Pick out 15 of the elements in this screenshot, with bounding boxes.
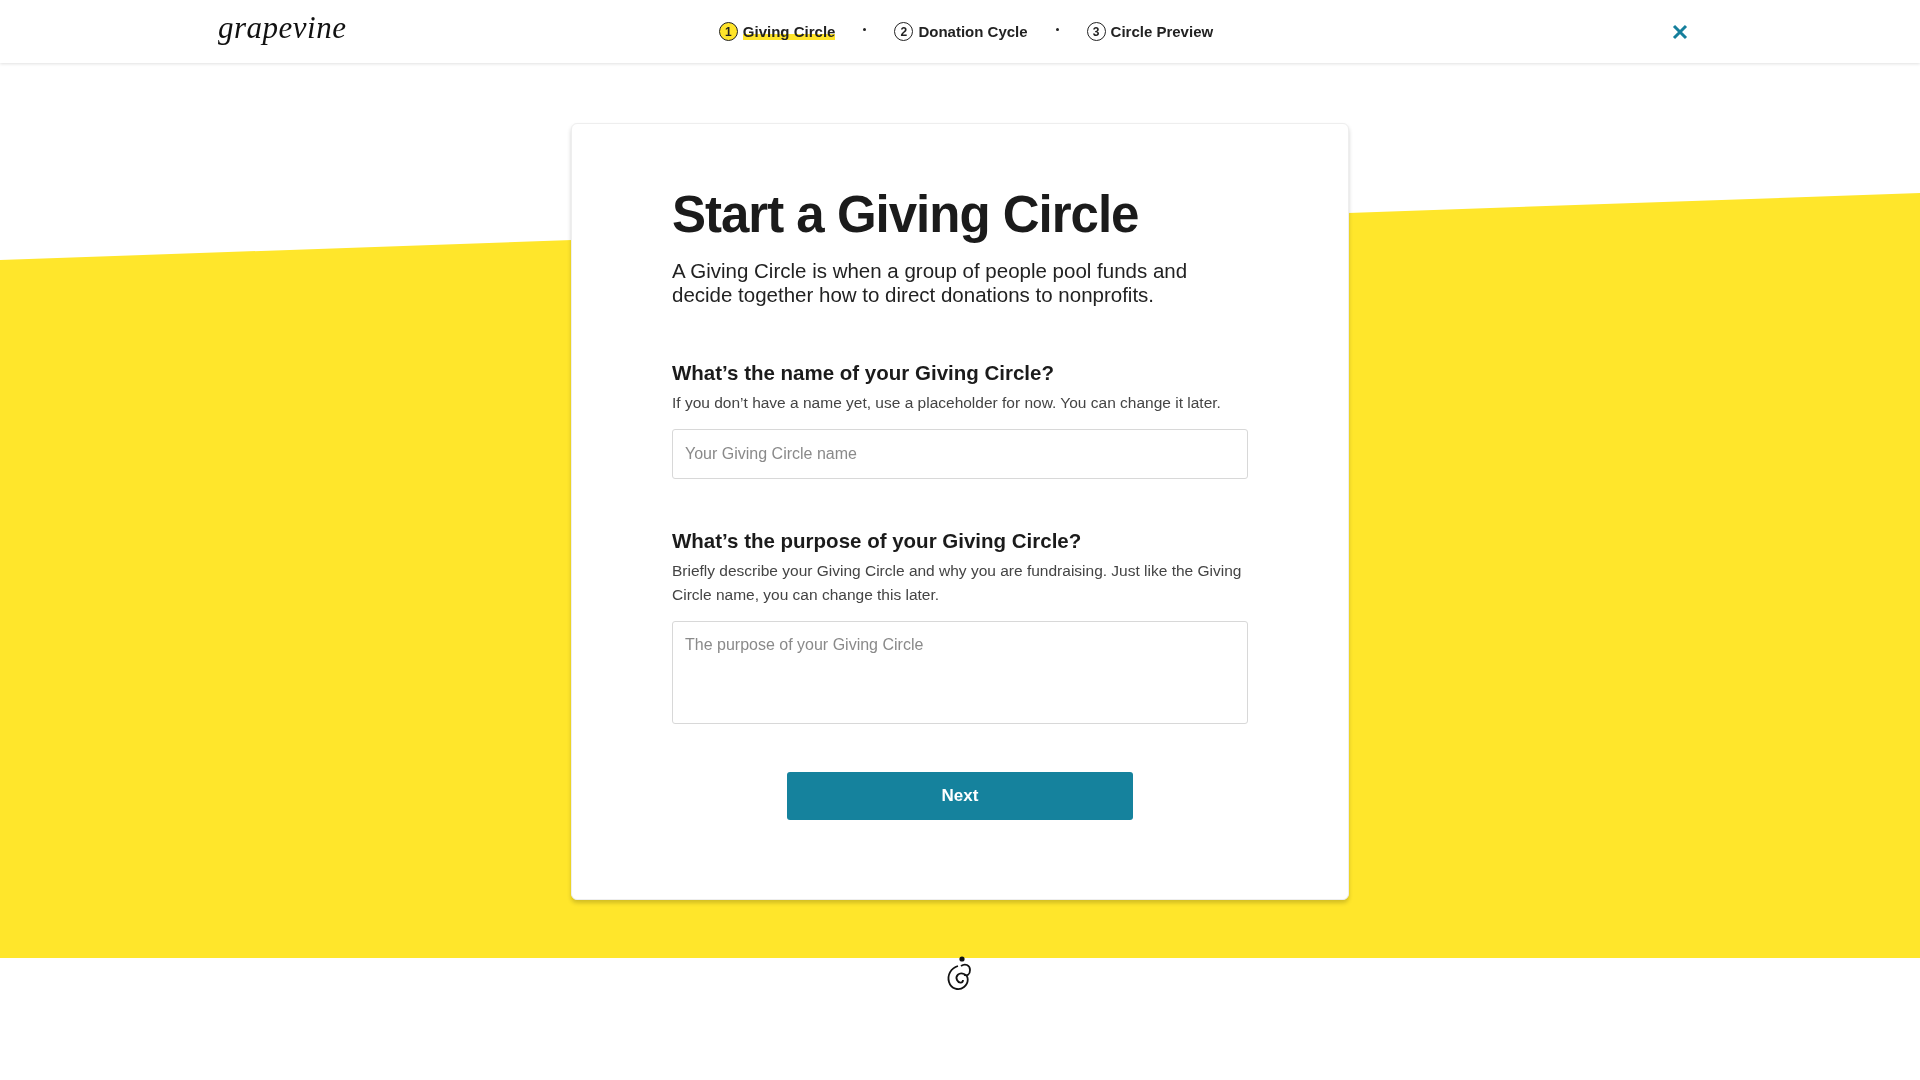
purpose-field[interactable]: The purpose of your Giving Circle [672, 621, 1248, 725]
logo: grapevine [218, 10, 347, 46]
help-text: Briefly describe your Giving Circle and why you are fundraising. Just like the Giving Circle name, you can change this later. [672, 561, 1243, 606]
name-field[interactable]: Your Giving Circle name [672, 429, 1248, 480]
step-tab[interactable]: 3 Circle Preview [1086, 22, 1214, 41]
page-title: Start a Giving Circle [672, 185, 1140, 245]
intro-text: A Giving Circle is when a group of people pool funds and decide together how to direct donations to nonprofits. [672, 259, 1189, 308]
help-text: If you don’t have a name yet, use a placeholder for now. You can change it later. [672, 393, 1222, 414]
question-heading: What’s the purpose of your Giving Circle? [672, 529, 1083, 554]
question-heading: What’s the name of your Giving Circle? [672, 361, 1055, 386]
close-icon[interactable] [1670, 22, 1690, 42]
next-button[interactable]: Next [787, 772, 1133, 821]
separator-dot [863, 28, 867, 31]
step-tab[interactable]: 2 Donation Cycle [894, 22, 1028, 41]
separator-dot [1055, 28, 1059, 31]
